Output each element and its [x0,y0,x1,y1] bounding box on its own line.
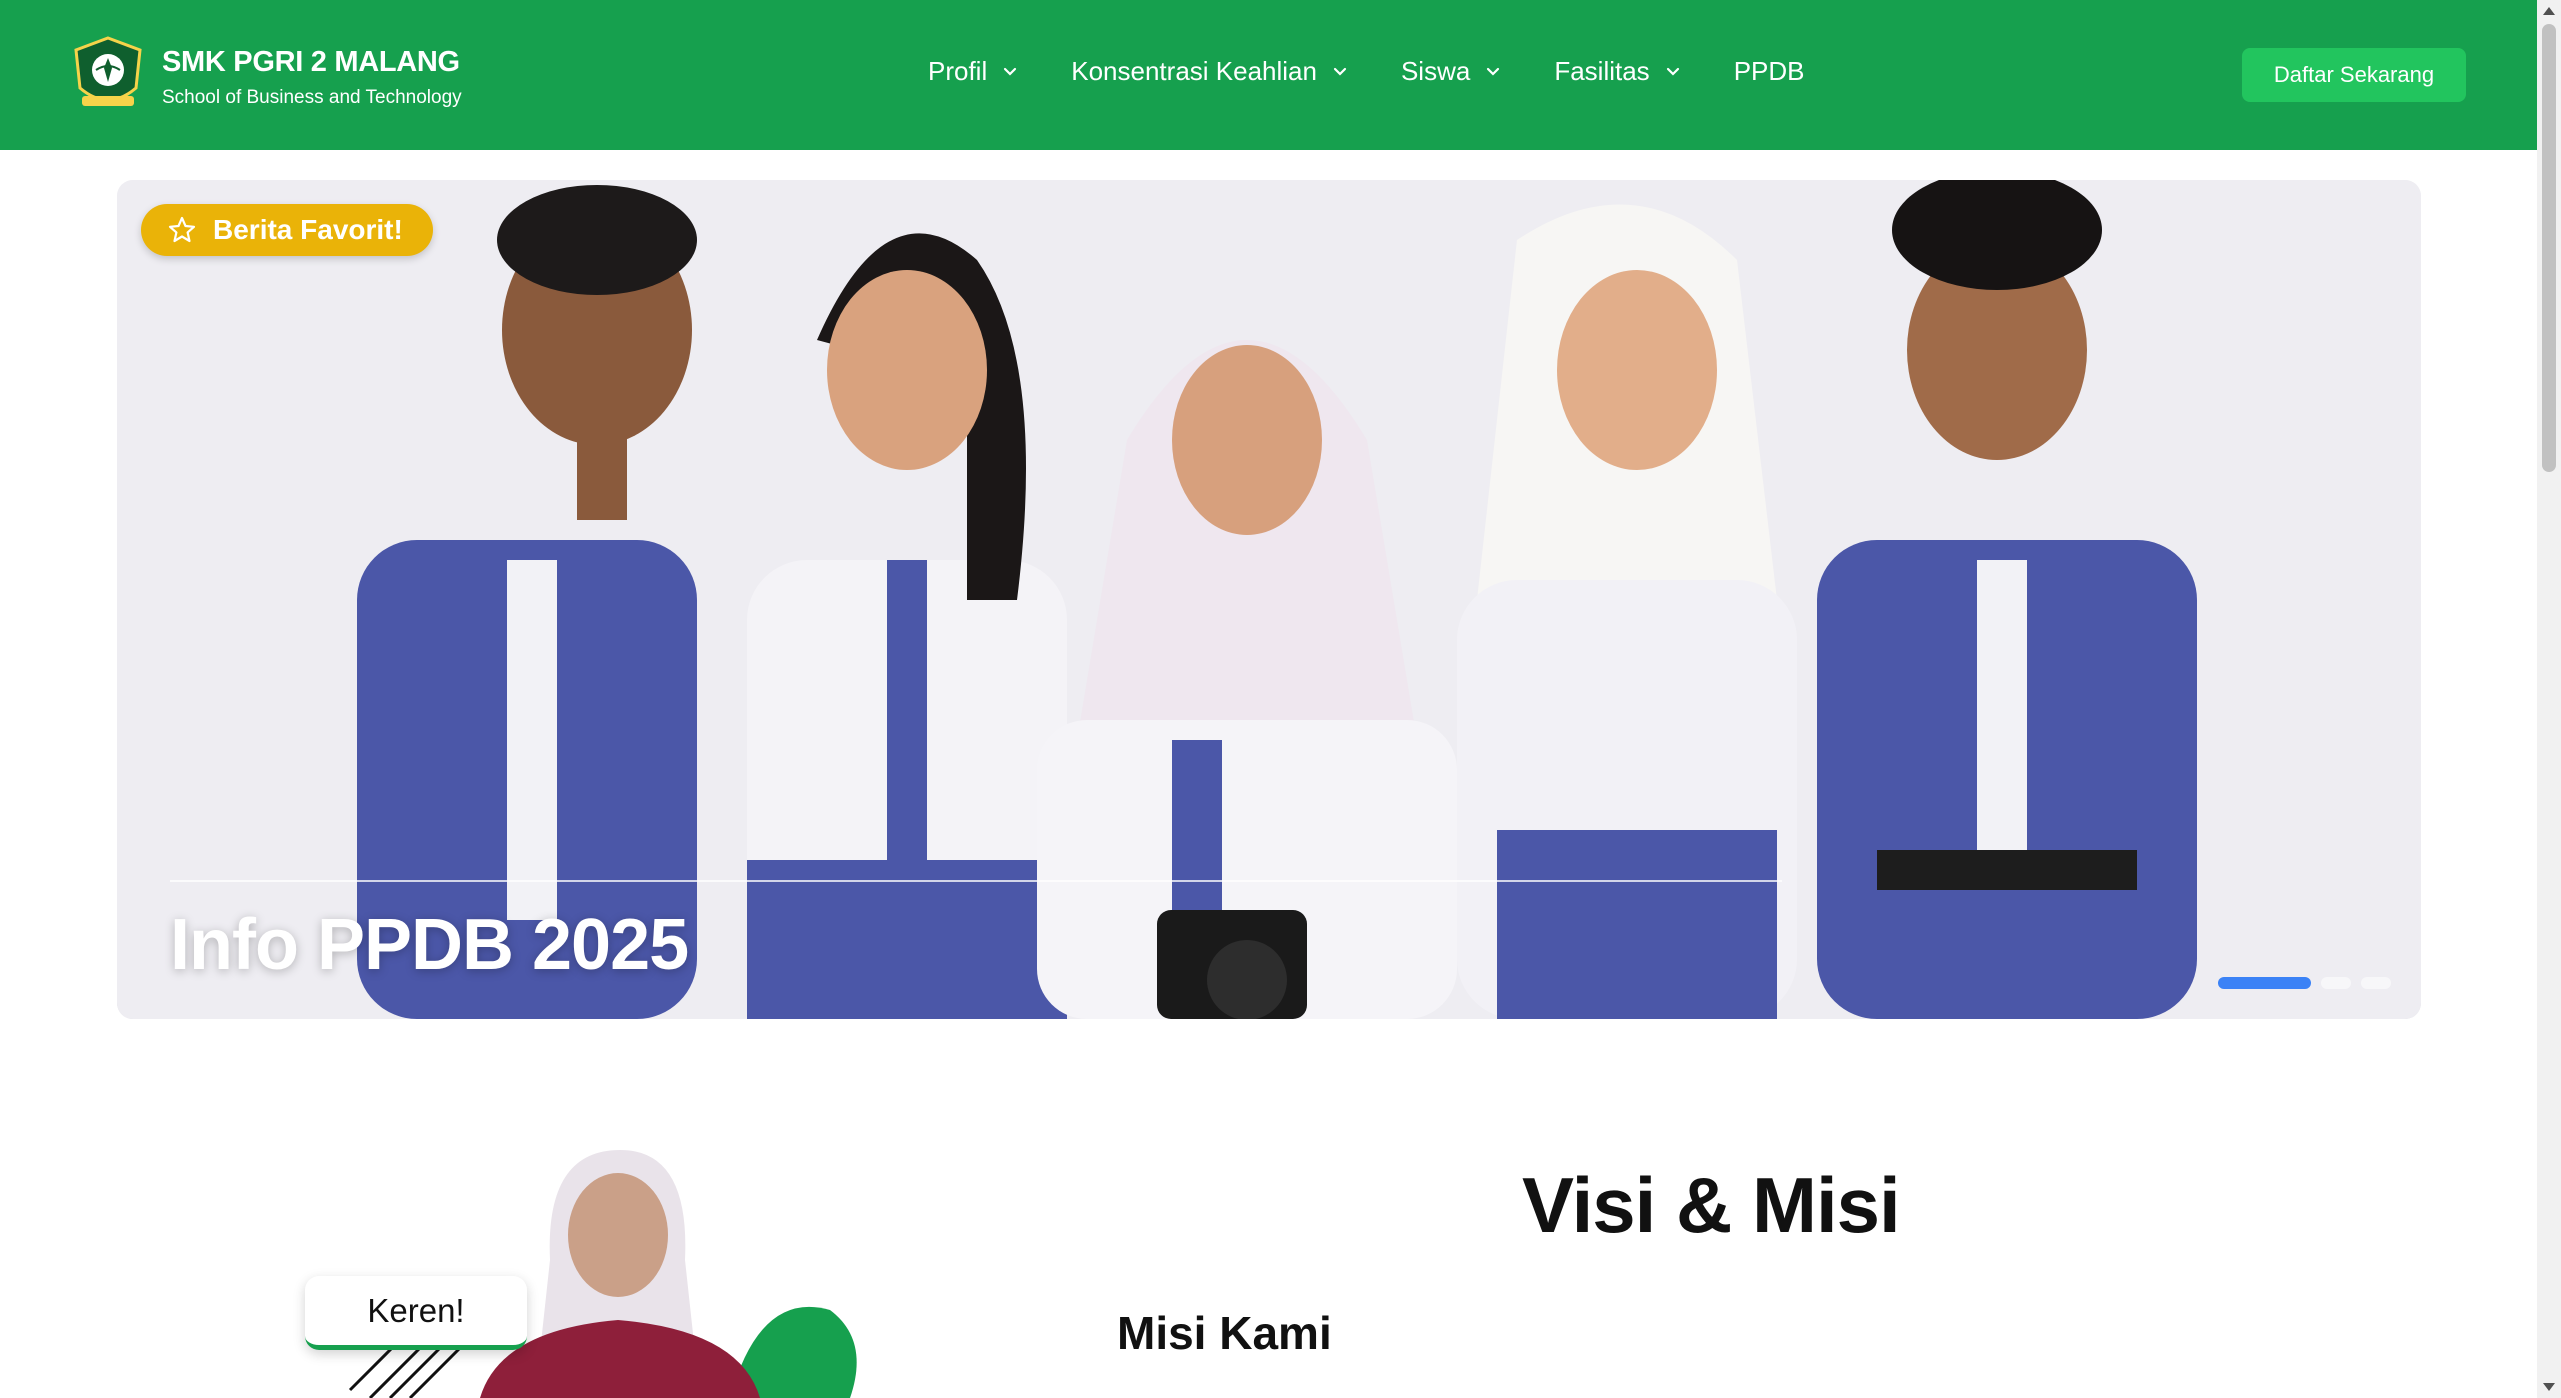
favorite-news-badge[interactable]: Berita Favorit! [141,204,433,256]
chevron-down-icon [1487,67,1500,76]
slider-dot-1[interactable] [2218,977,2311,989]
nav-label: PPDB [1733,56,1805,86]
nav-label: Fasilitas [1554,56,1650,86]
chevron-down-icon [1333,67,1347,76]
hero-photo [117,180,2421,1019]
slider-dot-3[interactable] [2361,977,2391,989]
nav-label: Konsentrasi Keahlian [1071,56,1317,86]
badge-label: Berita Favorit! [213,214,403,245]
star-icon [168,216,196,243]
page-scrollbar[interactable] [2537,0,2561,1398]
hero-divider [170,880,1782,882]
scroll-down-icon[interactable] [2543,1383,2555,1391]
scroll-up-icon[interactable] [2543,7,2555,15]
chevron-down-icon [1666,67,1679,76]
section-heading: Visi & Misi [1522,1161,1901,1249]
nav-item-ppdb[interactable]: PPDB [1734,56,1805,87]
school-logo[interactable] [72,36,144,114]
brand-name: SMK PGRI 2 MALANG [162,46,460,78]
hero-slider[interactable]: Berita Favorit! Info PPDB 2025 [117,180,2421,1019]
brand-tagline: School of Business and Technology [162,87,462,108]
scroll-thumb[interactable] [2542,24,2556,472]
nav-item-siswa[interactable]: Siswa [1401,56,1502,87]
site-header: SMK PGRI 2 MALANG School of Business and… [0,0,2537,150]
nav-item-profil[interactable]: Profil [928,56,1019,87]
nav-item-konsentrasi-keahlian[interactable]: Konsentrasi Keahlian [1071,56,1349,87]
slider-dots [2218,977,2401,989]
principal-illustration [348,1150,857,1398]
daftar-sekarang-button[interactable]: Daftar Sekarang [2242,48,2466,102]
chevron-down-icon [1004,67,1017,76]
hero-title[interactable]: Info PPDB 2025 [170,904,689,986]
main-nav: Profil Konsentrasi Keahlian Siswa Fasili… [928,56,1857,87]
speech-bubble: Keren! [305,1276,527,1350]
nav-item-fasilitas[interactable]: Fasilitas [1554,56,1681,87]
slider-dot-2[interactable] [2321,977,2351,989]
section-subheading: Misi Kami [1117,1307,1332,1359]
nav-label: Siswa [1400,56,1471,86]
nav-label: Profil [928,56,988,86]
brand[interactable]: SMK PGRI 2 MALANG School of Business and… [162,46,462,109]
